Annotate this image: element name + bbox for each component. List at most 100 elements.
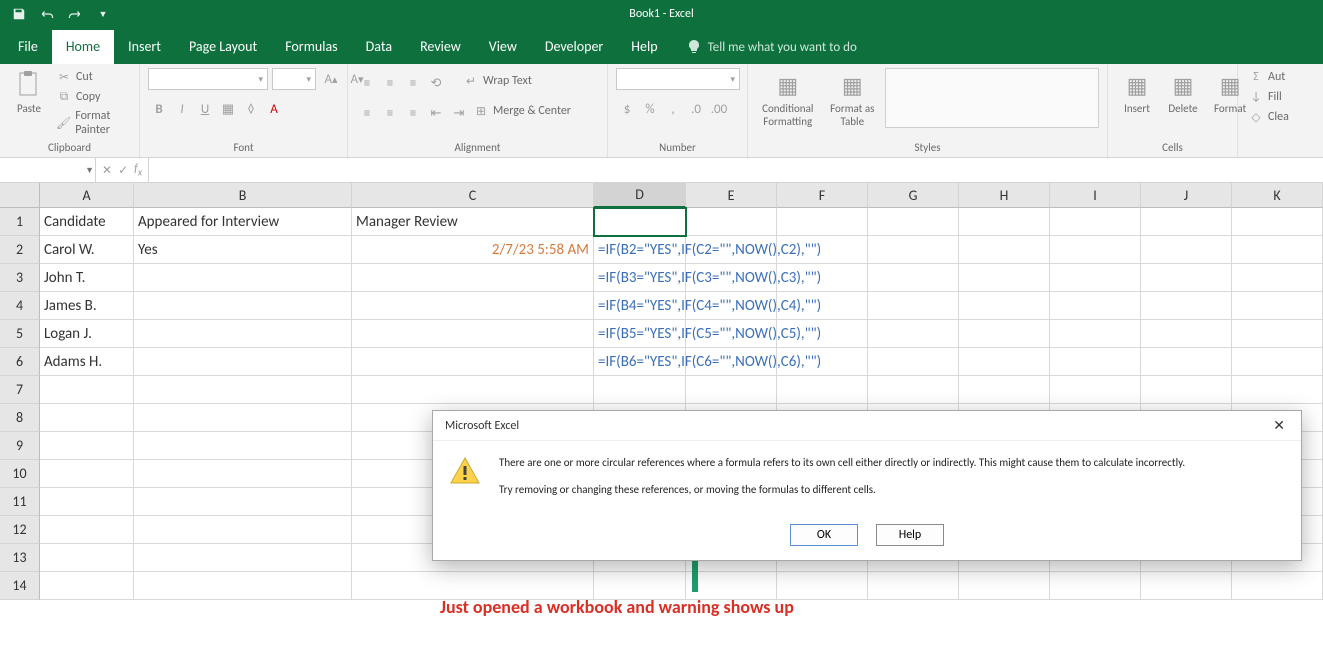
cell-B1[interactable]: Appeared for Interview bbox=[134, 208, 352, 236]
font-color-button[interactable]: A bbox=[263, 98, 285, 120]
cell-K2[interactable] bbox=[1232, 236, 1323, 264]
cell-H4[interactable] bbox=[959, 292, 1050, 320]
cell-G5[interactable] bbox=[868, 320, 959, 348]
cell-B14[interactable] bbox=[134, 572, 352, 600]
name-box[interactable]: ▼ bbox=[0, 158, 96, 182]
cell-D7[interactable] bbox=[594, 376, 686, 404]
italic-button[interactable]: I bbox=[171, 98, 193, 120]
cell-J6[interactable] bbox=[1141, 348, 1232, 376]
cell-J1[interactable] bbox=[1141, 208, 1232, 236]
cell-A4[interactable]: James B. bbox=[40, 292, 134, 320]
cell-B4[interactable] bbox=[134, 292, 352, 320]
undo-icon[interactable] bbox=[36, 3, 58, 25]
cell-D1[interactable] bbox=[594, 208, 686, 236]
cell-B6[interactable] bbox=[134, 348, 352, 376]
paste-button[interactable]: Paste bbox=[8, 68, 50, 117]
wrap-text-button[interactable]: ↵Wrap Text bbox=[461, 72, 534, 90]
column-header-F[interactable]: F bbox=[777, 183, 868, 208]
cell-A7[interactable] bbox=[40, 376, 134, 404]
merge-center-button[interactable]: ⊞Merge & Center bbox=[471, 102, 573, 120]
percent-icon[interactable]: % bbox=[639, 98, 661, 120]
tab-file[interactable]: File bbox=[4, 30, 52, 64]
cell-A10[interactable] bbox=[40, 460, 134, 488]
cell-J2[interactable] bbox=[1141, 236, 1232, 264]
column-header-H[interactable]: H bbox=[959, 183, 1050, 208]
cell-J5[interactable] bbox=[1141, 320, 1232, 348]
font-name-select[interactable]: ▾ bbox=[148, 68, 268, 90]
column-header-J[interactable]: J bbox=[1141, 183, 1232, 208]
tab-view[interactable]: View bbox=[475, 30, 531, 64]
cell-A12[interactable] bbox=[40, 516, 134, 544]
cell-A2[interactable]: Carol W. bbox=[40, 236, 134, 264]
row-header-11[interactable]: 11 bbox=[0, 488, 40, 516]
cell-K1[interactable] bbox=[1232, 208, 1323, 236]
cell-B9[interactable] bbox=[134, 432, 352, 460]
number-format-select[interactable]: ▾ bbox=[616, 68, 740, 90]
increase-decimal-icon[interactable]: .0 bbox=[685, 98, 707, 120]
cell-I4[interactable] bbox=[1050, 292, 1141, 320]
ok-button[interactable]: OK bbox=[790, 524, 858, 546]
tab-data[interactable]: Data bbox=[352, 30, 406, 64]
conditional-formatting-button[interactable]: ▦ Conditional Formatting bbox=[756, 68, 820, 130]
cell-G6[interactable] bbox=[868, 348, 959, 376]
border-button[interactable]: ▦ bbox=[217, 98, 239, 120]
cell-C2[interactable]: 2/7/23 5:58 AM bbox=[352, 236, 594, 264]
cell-A14[interactable] bbox=[40, 572, 134, 600]
cell-B5[interactable] bbox=[134, 320, 352, 348]
cell-D4[interactable]: =IF(B4="YES",IF(C4="",NOW(),C4),"") bbox=[594, 292, 686, 320]
cell-B2[interactable]: Yes bbox=[134, 236, 352, 264]
decrease-indent-icon[interactable]: ⇤ bbox=[425, 102, 447, 124]
column-header-I[interactable]: I bbox=[1050, 183, 1141, 208]
cell-J14[interactable] bbox=[1141, 572, 1232, 600]
cell-C1[interactable]: Manager Review bbox=[352, 208, 594, 236]
cell-C4[interactable] bbox=[352, 292, 594, 320]
enter-icon[interactable]: ✓ bbox=[118, 163, 128, 178]
column-header-B[interactable]: B bbox=[134, 183, 352, 208]
cell-A11[interactable] bbox=[40, 488, 134, 516]
cell-D2[interactable]: =IF(B2="YES",IF(C2="",NOW(),C2),"") bbox=[594, 236, 686, 264]
align-top-icon[interactable]: ≡ bbox=[356, 72, 378, 94]
cell-K3[interactable] bbox=[1232, 264, 1323, 292]
cell-H5[interactable] bbox=[959, 320, 1050, 348]
cell-J4[interactable] bbox=[1141, 292, 1232, 320]
column-header-G[interactable]: G bbox=[868, 183, 959, 208]
cell-F1[interactable] bbox=[777, 208, 868, 236]
cell-G7[interactable] bbox=[868, 376, 959, 404]
copy-button[interactable]: ⧉Copy bbox=[54, 88, 131, 106]
redo-icon[interactable] bbox=[64, 3, 86, 25]
cell-D3[interactable]: =IF(B3="YES",IF(C3="",NOW(),C3),"") bbox=[594, 264, 686, 292]
tab-home[interactable]: Home bbox=[52, 30, 114, 64]
cell-B13[interactable] bbox=[134, 544, 352, 572]
fill-button[interactable]: ↓Fill bbox=[1246, 88, 1291, 106]
tab-insert[interactable]: Insert bbox=[114, 30, 175, 64]
cell-B12[interactable] bbox=[134, 516, 352, 544]
fx-icon[interactable]: fx bbox=[134, 162, 142, 178]
row-header-10[interactable]: 10 bbox=[0, 460, 40, 488]
row-header-4[interactable]: 4 bbox=[0, 292, 40, 320]
cell-H14[interactable] bbox=[959, 572, 1050, 600]
cell-H1[interactable] bbox=[959, 208, 1050, 236]
cell-G1[interactable] bbox=[868, 208, 959, 236]
column-header-C[interactable]: C bbox=[352, 183, 594, 208]
decrease-decimal-icon[interactable]: .00 bbox=[708, 98, 730, 120]
align-left-icon[interactable]: ≡ bbox=[356, 102, 378, 124]
currency-icon[interactable]: $ bbox=[616, 98, 638, 120]
column-header-K[interactable]: K bbox=[1232, 183, 1323, 208]
cell-B11[interactable] bbox=[134, 488, 352, 516]
row-header-8[interactable]: 8 bbox=[0, 404, 40, 432]
row-header-3[interactable]: 3 bbox=[0, 264, 40, 292]
row-header-14[interactable]: 14 bbox=[0, 572, 40, 600]
cell-C6[interactable] bbox=[352, 348, 594, 376]
cell-A9[interactable] bbox=[40, 432, 134, 460]
cell-J3[interactable] bbox=[1141, 264, 1232, 292]
cell-E7[interactable] bbox=[686, 376, 777, 404]
formula-bar-input[interactable] bbox=[149, 158, 1323, 182]
cell-A13[interactable] bbox=[40, 544, 134, 572]
cell-A6[interactable]: Adams H. bbox=[40, 348, 134, 376]
orientation-icon[interactable]: ⟲ bbox=[425, 72, 447, 94]
cell-I2[interactable] bbox=[1050, 236, 1141, 264]
cell-B10[interactable] bbox=[134, 460, 352, 488]
row-header-5[interactable]: 5 bbox=[0, 320, 40, 348]
font-size-select[interactable]: ▾ bbox=[272, 68, 316, 90]
format-as-table-button[interactable]: ▦ Format as Table bbox=[824, 68, 882, 130]
